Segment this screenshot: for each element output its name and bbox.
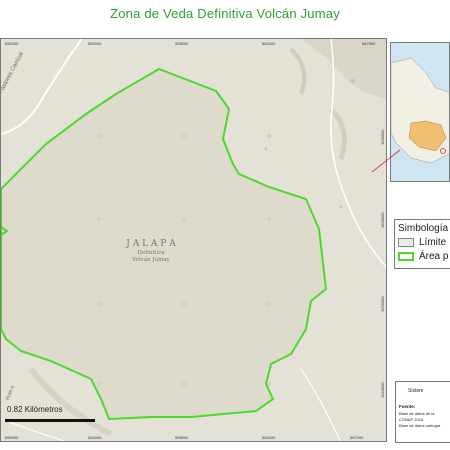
info-source-line1: Base de datos de la <box>399 411 435 416</box>
coord-top-1: 550000 <box>5 41 19 46</box>
coord-right-2: 1628000 <box>380 212 385 228</box>
legend-panel: Simbología Límite Área p <box>394 219 450 269</box>
coord-top-3: 558000 <box>175 41 189 46</box>
info-box: Sistem Fuente: Base de datos de la CONAP… <box>395 381 450 443</box>
coord-right-4: 1624000 <box>380 382 385 398</box>
coord-bottom-5: 567000 <box>350 435 364 440</box>
area-label-region: J A L A P A <box>126 239 176 249</box>
coord-right-1: 1630000 <box>380 129 385 145</box>
legend-label-limite: Límite <box>419 237 447 248</box>
info-source-line3: Base de datos cartogra <box>399 423 441 428</box>
map-title: Zona de Veda Definitiva Volcán Jumay <box>110 6 340 21</box>
area-label-volcano: Volcán Jumay <box>132 257 170 263</box>
info-source-line2: CONAP 2016 <box>399 417 424 422</box>
info-source-label: Fuente: <box>399 404 416 409</box>
coord-bottom-2: 554000 <box>88 435 102 440</box>
inset-connector-line <box>372 149 401 173</box>
coord-top-2: 554000 <box>88 41 102 46</box>
area-label-line2: Definitiva <box>137 250 165 256</box>
map-canvas[interactable] <box>1 39 387 442</box>
water-body <box>351 79 355 83</box>
coord-top-4: 562000 <box>262 41 276 46</box>
coord-right-3: 1626000 <box>380 296 385 312</box>
scale-bar <box>5 419 95 422</box>
coord-bottom-3: 558000 <box>175 435 189 440</box>
water-body <box>264 147 268 151</box>
legend-swatch-area <box>398 251 414 261</box>
scale-label: 0.82 Kilómetros <box>7 405 63 414</box>
main-map[interactable]: J A L A P A Definitiva Volcán Jumay Ruta… <box>0 38 387 442</box>
legend-title: Simbología <box>398 223 449 234</box>
water-body <box>339 205 343 209</box>
legend-label-area: Área p <box>419 251 449 262</box>
coord-top-5: 567000 <box>362 41 376 46</box>
legend-swatch-limite <box>398 237 414 247</box>
coord-bottom-4: 562000 <box>262 435 276 440</box>
legend-item-limite: Límite <box>398 237 446 248</box>
info-heading: Sistem <box>408 388 424 394</box>
legend-item-area: Área p <box>398 251 448 262</box>
coord-bottom-1: 550000 <box>5 435 19 440</box>
